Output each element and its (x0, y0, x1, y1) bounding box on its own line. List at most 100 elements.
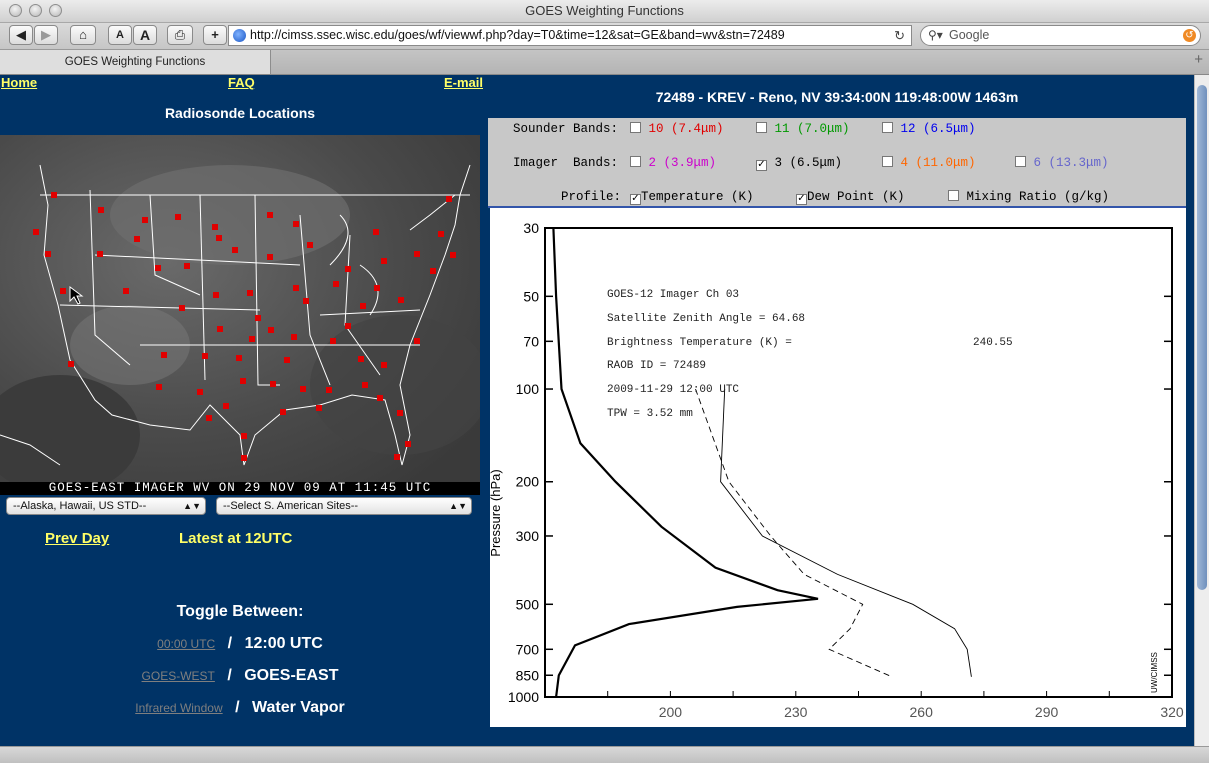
tab-bar: GOES Weighting Functions + (0, 50, 1209, 75)
back-arrow-icon: ◀ (16, 27, 26, 42)
alaska-hawaii-select[interactable]: --Alaska, Hawaii, US STD-- ▲▼ (6, 497, 206, 515)
plot-annotation: RAOB ID = 72489 (607, 360, 706, 372)
zoom-window-button[interactable] (49, 4, 62, 17)
home-button[interactable]: ⌂ (70, 25, 96, 45)
y-axis-label: Pressure (hPa) (490, 469, 503, 556)
search-field[interactable]: ⚲▾ Google ↺ (920, 25, 1201, 46)
search-icon: ⚲▾ (928, 28, 943, 42)
forward-arrow-icon: ▶ (41, 27, 51, 42)
checkbox[interactable] (948, 190, 959, 201)
mixing-ratio-profile-option[interactable]: Mixing Ratio (g/kg) (948, 190, 1109, 204)
checkbox-checked[interactable]: ✓ (630, 194, 641, 205)
printer-icon: ⎙ (174, 27, 186, 42)
sounder-band-12-label: 12 (6.5μm) (900, 122, 976, 136)
bt-value: 240.55 (973, 337, 1013, 349)
infrared-window-link[interactable]: Infrared Window (135, 701, 222, 715)
imager-band-3-option[interactable]: ✓ 3 (6.5μm) (756, 156, 842, 171)
time-0000-link[interactable]: 00:00 UTC (157, 637, 215, 651)
sounder-bands-label: Sounder Bands: (513, 122, 619, 136)
y-tick-label: 1000 (508, 689, 539, 705)
back-button[interactable]: ◀ (9, 25, 33, 45)
sounder-band-11-label: 11 (7.0μm) (774, 122, 850, 136)
window-titlebar: GOES Weighting Functions (0, 0, 1209, 23)
checkbox[interactable] (630, 122, 641, 133)
checkbox[interactable] (882, 156, 893, 167)
dew-point-profile-label: Dew Point (K) (807, 190, 905, 204)
tab-label: GOES Weighting Functions (64, 56, 206, 68)
checkbox[interactable] (756, 122, 767, 133)
map-caption: GOES-EAST IMAGER WV ON 29 NOV 09 AT 11:4… (48, 481, 432, 495)
station-title: 72489 - KREV - Reno, NV 39:34:00N 119:48… (655, 89, 1019, 105)
y-tick-label: 30 (523, 220, 539, 236)
page-scrollbar[interactable] (1194, 75, 1209, 746)
forward-button[interactable]: ▶ (34, 25, 58, 45)
email-link[interactable]: E-mail (444, 75, 483, 90)
dew-point-profile-option[interactable]: ✓Dew Point (K) (796, 190, 905, 205)
sounder-band-10-label: 10 (7.4μm) (648, 122, 724, 136)
checkbox[interactable] (882, 122, 893, 133)
goes-west-link[interactable]: GOES-WEST (142, 669, 215, 683)
close-window-button[interactable] (9, 4, 22, 17)
font-larger-button[interactable]: A (133, 25, 157, 45)
plot-annotation: Brightness Temperature (K) = (607, 337, 792, 349)
window-title: GOES Weighting Functions (525, 3, 684, 18)
imager-band-2-label: 2 (3.9μm) (648, 156, 717, 170)
print-button[interactable]: ⎙ (167, 25, 193, 45)
toggle-satellite-row: GOES-WEST / GOES-EAST (0, 667, 480, 689)
slash-separator: / (227, 667, 232, 684)
radiosonde-map[interactable]: GOES-EAST IMAGER WV ON 29 NOV 09 AT 11:4… (0, 135, 480, 495)
y-tick-label: 50 (523, 288, 539, 304)
credit-label: UW/CIMSS (1150, 652, 1159, 693)
imager-band-6-label: 6 (13.3μm) (1033, 156, 1109, 170)
imager-band-4-option[interactable]: 4 (11.0μm) (882, 156, 976, 170)
imager-band-3-label: 3 (6.5μm) (774, 156, 843, 170)
home-link[interactable]: Home (1, 75, 37, 90)
y-tick-label: 100 (516, 381, 540, 397)
faq-link[interactable]: FAQ (228, 75, 255, 90)
scrollbar-thumb[interactable] (1197, 85, 1207, 590)
font-smaller-button[interactable]: A (108, 25, 132, 45)
select-arrows-icon: ▲▼ (449, 501, 467, 511)
south-american-sites-select[interactable]: --Select S. American Sites-- ▲▼ (216, 497, 472, 515)
imager-band-2-option[interactable]: 2 (3.9μm) (630, 156, 716, 170)
prev-day-link[interactable]: Prev Day (45, 530, 109, 547)
imager-band-6-option[interactable]: 6 (13.3μm) (1015, 156, 1109, 170)
sam-select-value: --Select S. American Sites-- (223, 500, 359, 512)
x-tick-label: 320 (1160, 704, 1184, 720)
slash-separator: / (227, 635, 233, 652)
plot-svg: 30 50 70 100 200 300 500 700 850 1000 200 230 260 29… (490, 220, 1184, 720)
y-tick-label: 70 (523, 333, 539, 349)
checkbox-checked[interactable]: ✓ (756, 160, 767, 171)
sounder-band-11-option[interactable]: 11 (7.0μm) (756, 122, 850, 136)
water-vapor-label: Water Vapor (251, 699, 345, 716)
minimize-window-button[interactable] (29, 4, 42, 17)
latest-label: Latest at 12UTC (179, 530, 293, 547)
add-bookmark-button[interactable]: + (203, 25, 227, 45)
temperature-profile-option[interactable]: ✓Temperature (K) (630, 190, 754, 205)
snapback-icon[interactable]: ↺ (1183, 29, 1196, 42)
globe-icon (233, 29, 246, 42)
slash-separator: / (235, 699, 240, 716)
temperature-profile-line (720, 388, 972, 677)
checkbox[interactable] (630, 156, 641, 167)
status-bar (0, 746, 1209, 763)
sounder-band-12-option[interactable]: 12 (6.5μm) (882, 122, 976, 136)
sounder-band-10-option[interactable]: 10 (7.4μm) (630, 122, 724, 136)
new-tab-icon[interactable]: + (1194, 51, 1203, 68)
radiosonde-heading: Radiosonde Locations (164, 105, 316, 121)
y-tick-label: 850 (516, 667, 540, 683)
weighting-function-plot: 30 50 70 100 200 300 500 700 850 1000 200 230 260 29… (490, 208, 1186, 727)
url-field[interactable]: http://cimss.ssec.wisc.edu/goes/wf/vieww… (228, 25, 912, 46)
search-placeholder: Google (949, 28, 990, 42)
tab-goes-weighting-functions[interactable]: GOES Weighting Functions (0, 50, 271, 74)
reload-icon[interactable]: ↻ (894, 26, 905, 45)
y-tick-label: 200 (516, 474, 540, 490)
alaska-select-value: --Alaska, Hawaii, US STD-- (13, 500, 147, 512)
checkbox[interactable] (1015, 156, 1026, 167)
x-tick-label: 200 (659, 704, 683, 720)
plot-annotation: GOES-12 Imager Ch 03 (607, 289, 739, 301)
mixing-ratio-profile-label: Mixing Ratio (g/kg) (966, 190, 1110, 204)
temperature-profile-label: Temperature (K) (641, 190, 754, 204)
imager-bands-label: Imager Bands: (513, 156, 619, 170)
checkbox-checked[interactable]: ✓ (796, 194, 807, 205)
